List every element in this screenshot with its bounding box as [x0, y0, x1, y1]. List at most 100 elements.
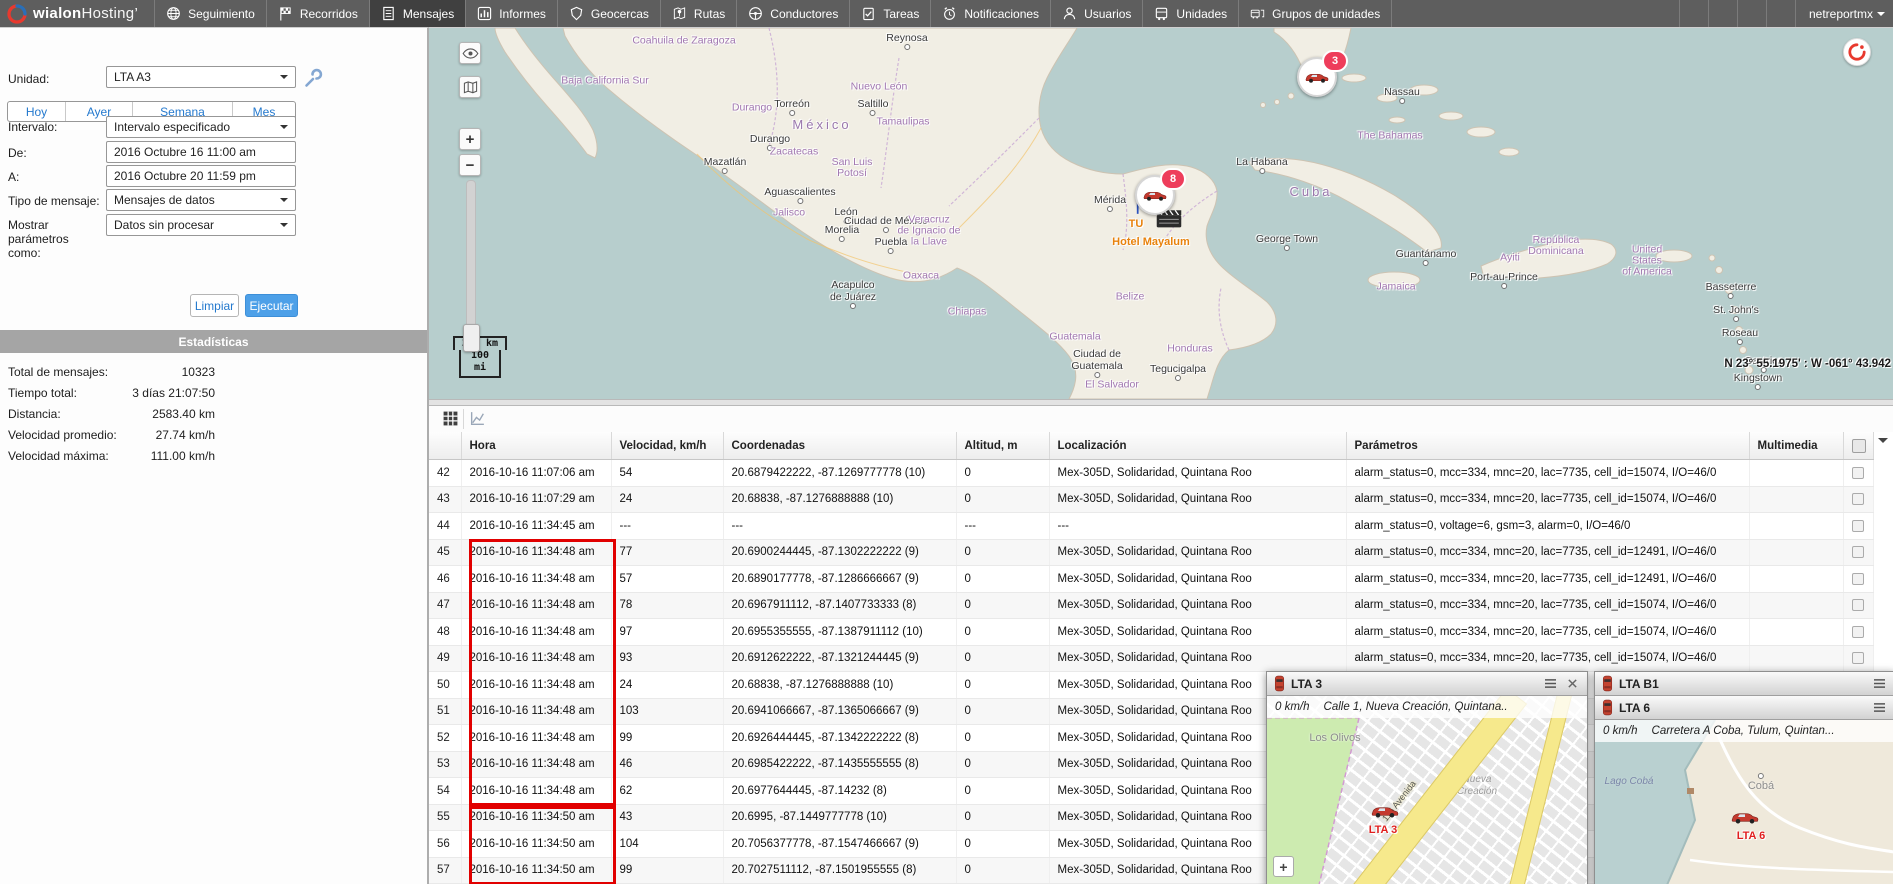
cell-altitude: 0 [956, 619, 1049, 646]
row-checkbox[interactable] [1852, 467, 1864, 479]
tab-label: Conductores [770, 7, 838, 21]
tab-tareas[interactable]: Tareas [849, 0, 930, 27]
cell-altitude: 0 [956, 566, 1049, 593]
table-row[interactable]: 482016-10-16 11:34:48 am9720.6955355555,… [429, 619, 1873, 646]
unit-cluster-marker[interactable]: 8 [1135, 175, 1175, 215]
cell-time: 2016-10-16 11:34:48 am [461, 672, 611, 699]
unit-cluster-marker[interactable]: 3 [1297, 57, 1337, 97]
column-options-arrow[interactable] [1878, 438, 1888, 448]
column-header[interactable]: Coordenadas [723, 432, 956, 460]
cell-location: Mex-305D, Solidaridad, Quintana Roo [1049, 539, 1346, 566]
popup-menu-button[interactable] [1871, 701, 1887, 715]
unit-car-icon [1274, 675, 1285, 692]
column-header[interactable]: Multimedia [1749, 432, 1843, 460]
stat-value: 111.00 km/h [95, 449, 215, 463]
select-all-checkbox[interactable] [1852, 439, 1866, 453]
tab-label: Mensajes [403, 7, 454, 21]
table-row[interactable]: 432016-10-16 11:07:29 am2420.68838, -87.… [429, 486, 1873, 513]
row-checkbox[interactable] [1852, 546, 1864, 558]
map-source-button[interactable] [459, 76, 481, 98]
wialon-logo[interactable]: wialonHosting’ [0, 0, 154, 27]
to-input[interactable]: 2016 Octubre 20 11:59 pm [106, 165, 296, 187]
cell-index: 46 [429, 566, 461, 593]
column-header[interactable]: Velocidad, km/h [611, 432, 723, 460]
zoom-in-button[interactable]: + [459, 128, 481, 150]
row-checkbox[interactable] [1852, 626, 1864, 638]
unit-address: Calle 1, Nueva Creación, Quintana.. [1324, 701, 1508, 713]
tab-grupos-de-unidades[interactable]: Grupos de unidades [1238, 0, 1392, 27]
minimap-zoom-in[interactable]: + [1273, 856, 1294, 877]
column-header[interactable]: Parámetros [1346, 432, 1749, 460]
execute-button[interactable]: Ejecutar [245, 294, 298, 317]
popup-menu-button[interactable] [1871, 677, 1887, 691]
tab-rutas[interactable]: Rutas [660, 0, 736, 27]
zoom-slider-handle[interactable] [463, 324, 480, 352]
tab-notificaciones[interactable]: Notificaciones [930, 0, 1050, 27]
eye-icon [462, 48, 479, 59]
range-hoy[interactable]: Hoy [8, 102, 65, 121]
table-row[interactable]: 422016-10-16 11:07:06 am5420.6879422222,… [429, 460, 1873, 487]
popup-minimap[interactable]: 0 km/h Carretera A Coba, Tulum, Quintan.… [1595, 720, 1893, 884]
globe-icon [166, 6, 181, 21]
cell-altitude: 0 [956, 857, 1049, 884]
apps-button[interactable] [1737, 0, 1766, 27]
close-icon[interactable] [1564, 677, 1580, 691]
unit-marker-car[interactable] [1731, 810, 1759, 830]
tab-geocercas[interactable]: Geocercas [557, 0, 660, 27]
popup-menu-button[interactable] [1542, 677, 1558, 691]
table-row[interactable]: 462016-10-16 11:34:48 am5720.6890177778,… [429, 566, 1873, 593]
tab-recorridos[interactable]: Recorridos [266, 0, 369, 27]
unit-select[interactable]: LTA A3 [106, 66, 296, 88]
table-row[interactable]: 492016-10-16 11:34:48 am9320.6912622222,… [429, 645, 1873, 672]
popup-header[interactable]: LTA 3 [1267, 672, 1587, 696]
show-params-select[interactable]: Datos sin procesar [106, 214, 296, 236]
horizontal-splitter[interactable] [429, 399, 1893, 406]
clear-button[interactable]: Limpiar [190, 294, 239, 317]
column-header[interactable]: Altitud, m [956, 432, 1049, 460]
more-menu-button[interactable] [1766, 0, 1795, 27]
tab-unidades[interactable]: Unidades [1142, 0, 1238, 27]
table-row[interactable]: 472016-10-16 11:34:48 am7820.6967911112,… [429, 592, 1873, 619]
zoom-slider-track[interactable] [466, 180, 476, 342]
cell-time: 2016-10-16 11:34:50 am [461, 857, 611, 884]
row-checkbox[interactable] [1852, 573, 1864, 585]
visibility-button[interactable] [459, 42, 481, 64]
row-checkbox[interactable] [1852, 493, 1864, 505]
table-row[interactable]: 442016-10-16 11:34:45 am------------alar… [429, 513, 1873, 540]
wrench-icon[interactable] [303, 68, 323, 88]
row-checkbox[interactable] [1852, 652, 1864, 664]
row-checkbox[interactable] [1852, 599, 1864, 611]
main-map[interactable]: Coahuila de ZaragozaReynosaBaja Californ… [429, 27, 1893, 400]
message-type-select[interactable]: Mensajes de datos [106, 189, 296, 211]
column-header[interactable]: Localización [1049, 432, 1346, 460]
tab-mensajes[interactable]: Mensajes [369, 0, 465, 27]
column-header[interactable]: Hora [461, 432, 611, 460]
unit-marker-car[interactable] [1371, 804, 1399, 824]
from-input[interactable]: 2016 Octubre 16 11:00 am [106, 141, 296, 163]
table-view-button[interactable] [437, 409, 463, 429]
user-menu[interactable]: netreportmx [1795, 0, 1893, 27]
popup-header[interactable]: LTA 6 [1595, 696, 1893, 720]
chart-view-button[interactable] [463, 409, 490, 429]
map-provider-logo[interactable] [1843, 38, 1871, 66]
search-button[interactable] [1679, 0, 1708, 27]
message-type-label: Tipo de mensaje: [8, 194, 100, 208]
row-checkbox[interactable] [1852, 520, 1864, 532]
tab-usuarios[interactable]: Usuarios [1050, 0, 1142, 27]
interval-select[interactable]: Intervalo especificado [106, 116, 296, 138]
cell-speed: 54 [611, 460, 723, 487]
cell-location: Mex-305D, Solidaridad, Quintana Roo [1049, 619, 1346, 646]
cell-location: Mex-305D, Solidaridad, Quintana Roo [1049, 592, 1346, 619]
popup-minimap[interactable]: 0 km/h Calle 1, Nueva Creación, Quintana… [1267, 696, 1587, 884]
tab-informes[interactable]: Informes [465, 0, 557, 27]
tools-button[interactable] [1708, 0, 1737, 27]
table-row[interactable]: 452016-10-16 11:34:48 am7720.6900244445,… [429, 539, 1873, 566]
cell-index: 56 [429, 831, 461, 858]
cell-coordinates: 20.6955355555, -87.1387911112 (10) [723, 619, 956, 646]
popup-header[interactable]: LTA B1 [1595, 672, 1893, 696]
zoom-out-button[interactable]: − [459, 154, 481, 176]
tab-conductores[interactable]: Conductores [736, 0, 849, 27]
stat-row: Distancia:2583.40 km [0, 404, 427, 425]
cell-speed: --- [611, 513, 723, 540]
tab-seguimiento[interactable]: Seguimiento [154, 0, 266, 27]
